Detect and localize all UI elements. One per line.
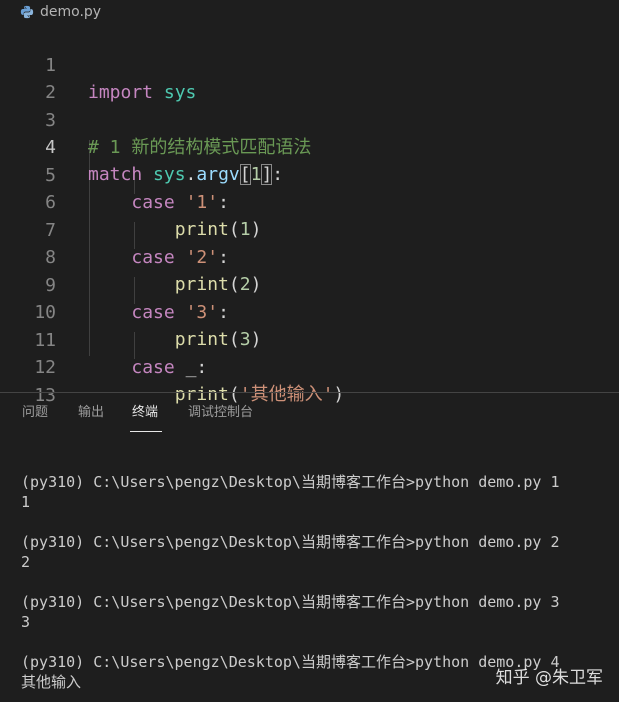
panel-tabs: 问题 输出 终端 调试控制台 [0, 393, 619, 435]
terminal-command: (py310) C:\Users\pengz\Desktop\当期博客工作台>p… [21, 473, 560, 491]
tab-output[interactable]: 输出 [78, 405, 104, 421]
code-line[interactable]: 9 case '3': [0, 245, 619, 323]
python-icon [20, 5, 34, 19]
tab-terminal[interactable]: 终端 [132, 405, 158, 421]
active-tab-indicator [130, 431, 162, 432]
code-line[interactable]: 11 case _: [0, 300, 619, 378]
watermark: 知乎 @朱卫军 [495, 668, 603, 688]
code-line[interactable]: 2 [0, 52, 619, 103]
terminal-output: 1 [21, 493, 31, 511]
code-line[interactable]: 7 case '2': [0, 190, 619, 268]
code-line[interactable]: 5 case '1': [0, 135, 619, 213]
tab-filename: demo.py [40, 4, 102, 20]
terminal-command: (py310) C:\Users\pengz\Desktop\当期博客工作台>p… [21, 593, 560, 611]
terminal-output: 3 [21, 613, 31, 631]
terminal-output: 其他输入 [21, 673, 82, 691]
editor-tab[interactable]: demo.py [0, 0, 619, 24]
code-line[interactable]: 12 print('其他输入') [0, 327, 619, 405]
code-line[interactable]: 4 match sys.argv[1]: [0, 107, 619, 185]
terminal-output: 2 [21, 553, 31, 571]
vscode-window: demo.py 1 import sys 2 3 # 1 新的结构模式匹配语法 … [0, 0, 619, 702]
tab-problems[interactable]: 问题 [22, 405, 48, 421]
terminal-command: (py310) C:\Users\pengz\Desktop\当期博客工作台>p… [21, 653, 560, 671]
tab-debug-console[interactable]: 调试控制台 [188, 405, 253, 421]
code-editor[interactable]: 1 import sys 2 3 # 1 新的结构模式匹配语法 4 match … [0, 24, 619, 406]
code-line[interactable]: 1 import sys [0, 25, 619, 103]
terminal-command: (py310) C:\Users\pengz\Desktop\当期博客工作台>p… [21, 533, 560, 551]
code-line[interactable]: 6 print(1) [0, 162, 619, 240]
code-line[interactable]: 13 [0, 355, 619, 406]
code-line[interactable]: 3 # 1 新的结构模式匹配语法 [0, 80, 619, 158]
code-line[interactable]: 10 print(3) [0, 272, 619, 350]
code-line[interactable]: 8 print(2) [0, 217, 619, 295]
